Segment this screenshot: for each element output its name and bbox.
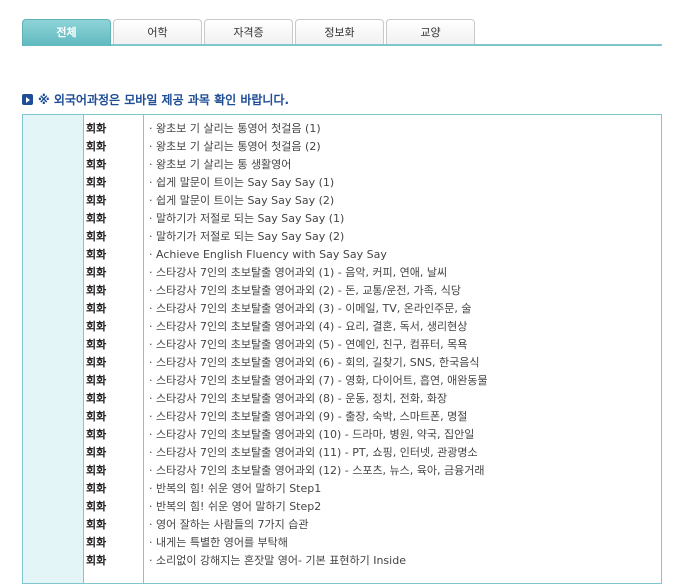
course-title-link[interactable]: · 스타강사 7인의 초보탈출 영어과외 (1) - 음악, 커피, 연애, 날… xyxy=(143,264,447,282)
table-row: 회화 · 왕초보 기 살리는 통 생활영어 xyxy=(23,156,661,174)
course-category: 회화 xyxy=(86,554,107,567)
table-row: 회화 · 말하기가 저절로 되는 Say Say Say (1) xyxy=(23,210,661,228)
course-title-link[interactable]: · 스타강사 7인의 초보탈출 영어과외 (4) - 요리, 결혼, 독서, 생… xyxy=(143,318,467,336)
table-row: 회화 · 스타강사 7인의 초보탈출 영어과외 (9) - 출장, 숙박, 스마트… xyxy=(23,408,661,426)
table-row: 회화 · 말하기가 저절로 되는 Say Say Say (2) xyxy=(23,228,661,246)
course-title-link[interactable]: · 스타강사 7인의 초보탈출 영어과외 (6) - 회의, 길찾기, SNS,… xyxy=(143,354,479,372)
course-rows: 회화 · 왕초보 기 살리는 통영어 첫걸음 (1) 회화 · 왕초보 기 살리는 통… xyxy=(23,120,661,570)
course-title-link[interactable]: · 쉽게 말문이 트이는 Say Say Say (2) xyxy=(143,192,334,210)
course-title-link[interactable]: · 스타강사 7인의 초보탈출 영어과외 (10) - 드라마, 병원, 약국,… xyxy=(143,426,474,444)
course-title-link[interactable]: · 반복의 힘! 쉬운 영어 말하기 Step2 xyxy=(143,498,321,516)
course-category: 회화 xyxy=(86,428,107,441)
course-title-link[interactable]: · 스타강사 7인의 초보탈출 영어과외 (7) - 영화, 다이어트, 흡연,… xyxy=(143,372,488,390)
course-category: 회화 xyxy=(86,500,107,513)
course-title-link[interactable]: · 스타강사 7인의 초보탈출 영어과외 (3) - 이메일, TV, 온라인주… xyxy=(143,300,472,318)
table-row: 회화 · 스타강사 7인의 초보탈출 영어과외 (5) - 연예인, 친구, 컴퓨… xyxy=(23,336,661,354)
table-row: 회화 · 소리없이 강해지는 혼잣말 영어- 기본 표현하기 Inside xyxy=(23,552,661,570)
course-title-link[interactable]: · Achieve English Fluency with Say Say S… xyxy=(143,246,387,264)
course-category: 회화 xyxy=(86,464,107,477)
course-title-link[interactable]: · 말하기가 저절로 되는 Say Say Say (1) xyxy=(143,210,344,228)
table-row: 회화 · 스타강사 7인의 초보탈출 영어과외 (6) - 회의, 길찾기, SN… xyxy=(23,354,661,372)
table-row: 회화 · Achieve English Fluency with Say Say… xyxy=(23,246,661,264)
table-row: 회화 · 반복의 힘! 쉬운 영어 말하기 Step1 xyxy=(23,480,661,498)
course-category: 회화 xyxy=(86,410,107,423)
course-title-link[interactable]: · 말하기가 저절로 되는 Say Say Say (2) xyxy=(143,228,344,246)
tab-language[interactable]: 어학 xyxy=(113,19,202,44)
table-row: 회화 · 스타강사 7인의 초보탈출 영어과외 (1) - 음악, 커피, 연애,… xyxy=(23,264,661,282)
course-title-link[interactable]: · 왕초보 기 살리는 통 생활영어 xyxy=(143,156,291,174)
course-category: 회화 xyxy=(86,518,107,531)
course-category: 회화 xyxy=(86,536,107,549)
tab-it[interactable]: 정보화 xyxy=(295,19,384,44)
course-title-link[interactable]: · 영어 잘하는 사람들의 7가지 습관 xyxy=(143,516,309,534)
table-row: 회화 · 쉽게 말문이 트이는 Say Say Say (2) xyxy=(23,192,661,210)
course-title-link[interactable]: · 스타강사 7인의 초보탈출 영어과외 (12) - 스포츠, 뉴스, 육아,… xyxy=(143,462,485,480)
table-row: 회화 · 스타강사 7인의 초보탈출 영어과외 (11) - PT, 쇼핑, 인터… xyxy=(23,444,661,462)
category-tabs: 전체 어학 자격증 정보화 교양 xyxy=(22,19,662,46)
course-category: 회화 xyxy=(86,302,107,315)
notice-text: ※ 외국어과정은 모바일 제공 과목 확인 바랍니다. xyxy=(38,93,290,107)
course-category: 회화 xyxy=(86,176,107,189)
table-row: 회화 · 왕초보 기 살리는 통영어 첫걸음 (1) xyxy=(23,120,661,138)
tab-culture[interactable]: 교양 xyxy=(386,19,475,44)
course-category: 회화 xyxy=(86,140,107,153)
table-row: 회화 · 왕초보 기 살리는 통영어 첫걸음 (2) xyxy=(23,138,661,156)
course-category: 회화 xyxy=(86,284,107,297)
course-title-link[interactable]: · 반복의 힘! 쉬운 영어 말하기 Step1 xyxy=(143,480,321,498)
course-title-link[interactable]: · 소리없이 강해지는 혼잣말 영어- 기본 표현하기 Inside xyxy=(143,552,406,570)
tab-all[interactable]: 전체 xyxy=(22,19,111,46)
course-table: 회화 · 왕초보 기 살리는 통영어 첫걸음 (1) 회화 · 왕초보 기 살리는 통… xyxy=(22,114,662,584)
table-row: 회화 · 쉽게 말문이 트이는 Say Say Say (1) xyxy=(23,174,661,192)
course-category: 회화 xyxy=(86,482,107,495)
table-row: 회화 · 반복의 힘! 쉬운 영어 말하기 Step2 xyxy=(23,498,661,516)
table-row: 회화 · 스타강사 7인의 초보탈출 영어과외 (4) - 요리, 결혼, 독서,… xyxy=(23,318,661,336)
course-title-link[interactable]: · 쉽게 말문이 트이는 Say Say Say (1) xyxy=(143,174,334,192)
course-category: 회화 xyxy=(86,122,107,135)
course-title-link[interactable]: · 스타강사 7인의 초보탈출 영어과외 (9) - 출장, 숙박, 스마트폰,… xyxy=(143,408,467,426)
table-row: 회화 · 스타강사 7인의 초보탈출 영어과외 (2) - 돈, 교통/운전, 가… xyxy=(23,282,661,300)
course-category: 회화 xyxy=(86,230,107,243)
course-category: 회화 xyxy=(86,356,107,369)
table-row: 회화 · 스타강사 7인의 초보탈출 영어과외 (10) - 드라마, 병원, 약… xyxy=(23,426,661,444)
course-category: 회화 xyxy=(86,392,107,405)
mobile-notice: ※ 외국어과정은 모바일 제공 과목 확인 바랍니다. xyxy=(22,91,289,108)
table-row: 회화 · 스타강사 7인의 초보탈출 영어과외 (12) - 스포츠, 뉴스, 육… xyxy=(23,462,661,480)
table-row: 회화 · 내게는 특별한 영어를 부탁해 xyxy=(23,534,661,552)
course-title-link[interactable]: · 스타강사 7인의 초보탈출 영어과외 (2) - 돈, 교통/운전, 가족,… xyxy=(143,282,461,300)
course-title-link[interactable]: · 왕초보 기 살리는 통영어 첫걸음 (2) xyxy=(143,138,321,156)
course-title-link[interactable]: · 내게는 특별한 영어를 부탁해 xyxy=(143,534,288,552)
table-row: 회화 · 스타강사 7인의 초보탈출 영어과외 (8) - 운동, 정치, 전화,… xyxy=(23,390,661,408)
course-title-link[interactable]: · 스타강사 7인의 초보탈출 영어과외 (8) - 운동, 정치, 전화, 화… xyxy=(143,390,447,408)
course-category: 회화 xyxy=(86,446,107,459)
course-category: 회화 xyxy=(86,194,107,207)
table-row: 회화 · 스타강사 7인의 초보탈출 영어과외 (7) - 영화, 다이어트, 흡… xyxy=(23,372,661,390)
course-title-link[interactable]: · 왕초보 기 살리는 통영어 첫걸음 (1) xyxy=(143,120,321,138)
course-category: 회화 xyxy=(86,158,107,171)
table-row: 회화 · 스타강사 7인의 초보탈출 영어과외 (3) - 이메일, TV, 온라… xyxy=(23,300,661,318)
course-title-link[interactable]: · 스타강사 7인의 초보탈출 영어과외 (11) - PT, 쇼핑, 인터넷,… xyxy=(143,444,478,462)
course-category: 회화 xyxy=(86,374,107,387)
course-category: 회화 xyxy=(86,338,107,351)
table-row: 회화 · 영어 잘하는 사람들의 7가지 습관 xyxy=(23,516,661,534)
tab-certificate[interactable]: 자격증 xyxy=(204,19,293,44)
course-title-link[interactable]: · 스타강사 7인의 초보탈출 영어과외 (5) - 연예인, 친구, 컴퓨터,… xyxy=(143,336,467,354)
arrow-bullet-icon xyxy=(22,94,33,105)
course-category: 회화 xyxy=(86,320,107,333)
course-category: 회화 xyxy=(86,248,107,261)
course-category: 회화 xyxy=(86,266,107,279)
course-category: 회화 xyxy=(86,212,107,225)
